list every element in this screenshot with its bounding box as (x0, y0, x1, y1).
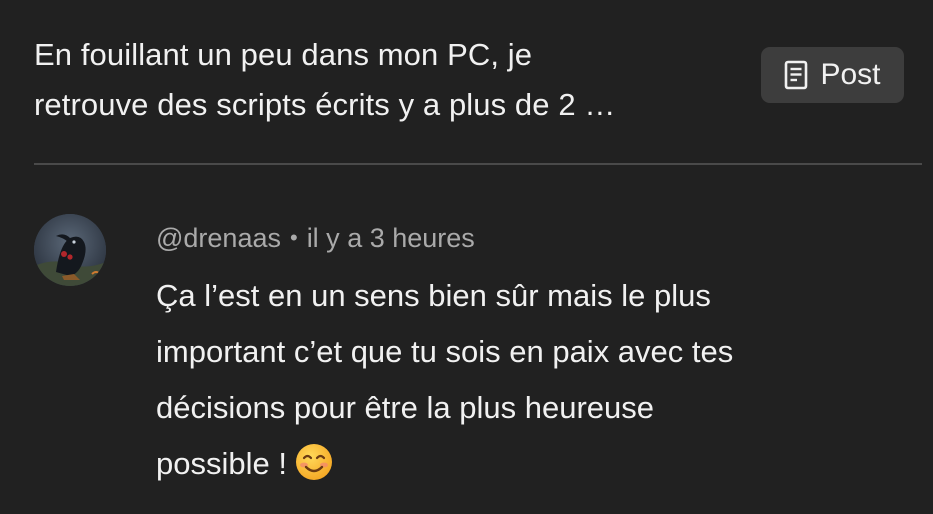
post-snippet[interactable]: En fouillant un peu dans mon PC, je retr… (34, 30, 734, 130)
post-button-label: Post (820, 58, 881, 91)
reply-text: Ça l’est en un sens bien sûr mais le plu… (156, 268, 896, 492)
timestamp[interactable]: il y a 3 heures (307, 220, 475, 256)
reply-body: @drenaas • il y a 3 heures Ça l’est en u… (156, 220, 896, 492)
comment-thread-screen: En fouillant un peu dans mon PC, je retr… (0, 0, 933, 514)
smiling-face-emoji-icon (295, 444, 332, 480)
post-button[interactable]: Post (761, 47, 904, 103)
reply-text-line: possible ! (156, 446, 287, 481)
author-handle[interactable]: @drenaas (156, 220, 281, 256)
post-header: En fouillant un peu dans mon PC, je retr… (34, 30, 914, 130)
post-snippet-line: retrouve des scripts écrits y a plus de … (34, 87, 616, 122)
avatar[interactable] (34, 214, 106, 286)
reply-text-line: important c’et que tu sois en paix avec … (156, 334, 734, 369)
post-snippet-line: En fouillant un peu dans mon PC, je (34, 37, 533, 72)
reply-text-line: décisions pour être la plus heureuse (156, 390, 655, 425)
reply-meta: @drenaas • il y a 3 heures (156, 220, 896, 256)
reply-text-line: Ça l’est en un sens bien sûr mais le plu… (156, 278, 711, 313)
meta-separator: • (289, 225, 298, 250)
reply-text-line-last: possible ! (156, 436, 896, 492)
crow-avatar-icon (34, 214, 106, 286)
divider (34, 163, 922, 165)
document-icon (785, 60, 808, 90)
